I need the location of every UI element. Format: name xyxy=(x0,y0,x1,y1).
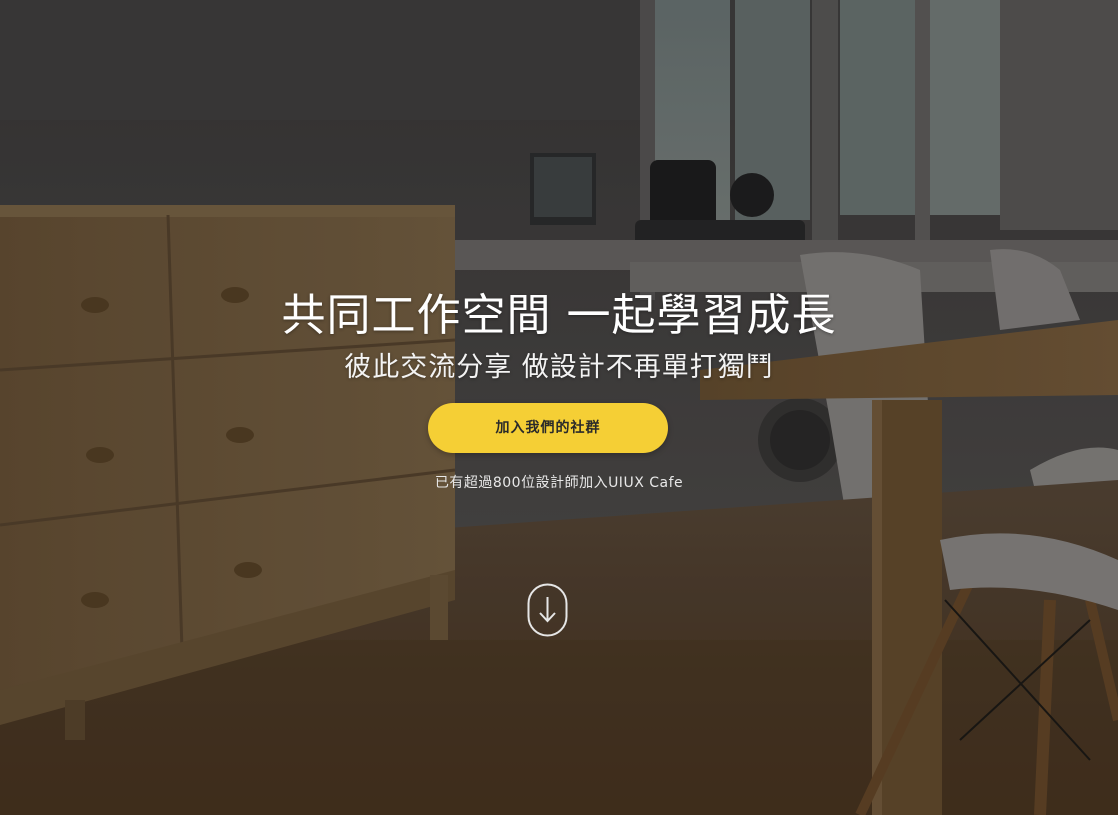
scroll-down-button[interactable] xyxy=(527,583,568,637)
hero-subtitle: 彼此交流分享 做設計不再單打獨鬥 xyxy=(344,352,774,383)
member-count-text: 已有超過800位設計師加入UIUX Cafe xyxy=(434,475,684,491)
hero-content: 共同工作空間 一起學習成長 彼此交流分享 做設計不再單打獨鬥 加入我們的社群 已… xyxy=(0,0,1118,815)
hero-section: 共同工作空間 一起學習成長 彼此交流分享 做設計不再單打獨鬥 加入我們的社群 已… xyxy=(0,0,1118,815)
arrow-down-circle-icon xyxy=(527,583,568,637)
hero-title: 共同工作空間 一起學習成長 xyxy=(281,290,837,341)
join-community-button[interactable]: 加入我們的社群 xyxy=(428,403,668,453)
